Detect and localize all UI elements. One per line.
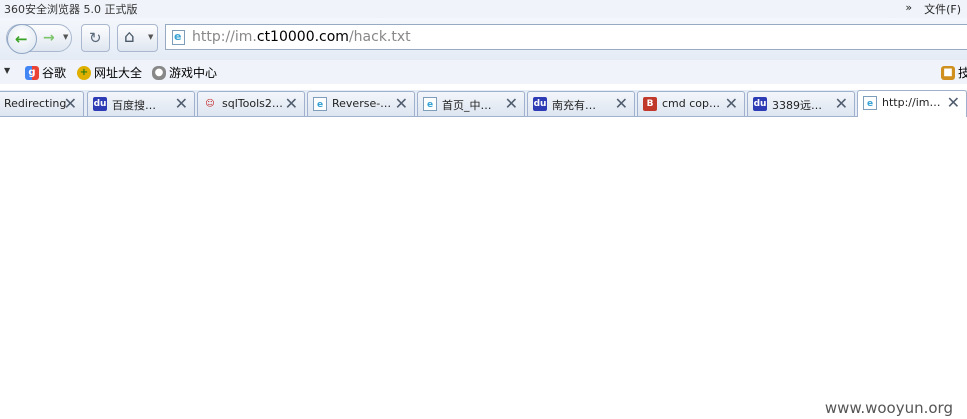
close-icon[interactable]: ✕: [725, 94, 738, 113]
history-dropdown-icon[interactable]: ▼: [63, 33, 68, 41]
gamepad-icon: ●: [152, 65, 166, 80]
person-icon: ☺: [205, 99, 215, 109]
close-icon[interactable]: ✕: [615, 94, 628, 113]
box-icon: ■: [941, 65, 955, 80]
bookmark-web-directory[interactable]: + 网址大全: [77, 64, 142, 81]
close-icon[interactable]: ✕: [947, 93, 960, 112]
page-content: [0, 117, 967, 419]
reload-button[interactable]: ↻: [81, 24, 110, 52]
address-bar[interactable]: e http://im.ct10000.com/hack.txt: [165, 24, 967, 50]
bookmark-game-center[interactable]: ● 游戏中心: [152, 64, 217, 81]
close-icon[interactable]: ✕: [175, 94, 188, 113]
more-chevron-icon[interactable]: »: [905, 1, 912, 17]
tab-baidu[interactable]: du 百度搜… ✕: [87, 91, 195, 116]
menu-bar: » 文件(F): [905, 1, 961, 17]
ie-page-icon: e: [313, 97, 327, 111]
title-bar: 360安全浏览器 5.0 正式版 » 文件(F): [0, 0, 967, 18]
baidu-icon: du: [93, 97, 107, 111]
tab-active-hack-txt[interactable]: e http://im… ✕: [857, 90, 967, 117]
web-directory-icon: +: [77, 65, 91, 80]
tab-strip: Redirecting ✕ du 百度搜… ✕ ☺ sqlTools2… ✕ e…: [0, 90, 967, 117]
baidu-icon: du: [753, 97, 767, 111]
baidu-icon: du: [533, 97, 547, 111]
tab-reverse[interactable]: e Reverse-… ✕: [307, 91, 415, 116]
bookmarks-menu-icon[interactable]: ▼: [4, 66, 10, 75]
close-icon[interactable]: ✕: [64, 94, 77, 113]
home-icon: ⌂: [124, 27, 135, 47]
window-title: 360安全浏览器 5.0 正式版: [4, 3, 138, 16]
close-icon[interactable]: ✕: [395, 94, 408, 113]
bookmark-google[interactable]: g 谷歌: [25, 64, 66, 81]
b-logo-icon: B: [643, 97, 657, 111]
google-icon: g: [25, 65, 39, 80]
close-icon[interactable]: ✕: [505, 94, 518, 113]
tab-sqltools[interactable]: ☺ sqlTools2… ✕: [197, 91, 305, 116]
tab-redirecting[interactable]: Redirecting ✕: [0, 91, 84, 116]
tab-homepage[interactable]: e 首页_中… ✕: [417, 91, 525, 116]
forward-button[interactable]: →: [43, 30, 55, 46]
refresh-icon: ↻: [89, 29, 102, 47]
tab-nanchong[interactable]: du 南充有… ✕: [527, 91, 635, 116]
watermark: www.wooyun.org: [824, 399, 953, 417]
back-forward-group: ← → ▼: [6, 24, 72, 54]
back-button[interactable]: ←: [7, 24, 37, 54]
bookmarks-bar: ▼ g 谷歌 + 网址大全 ● 游戏中心 ■ 技: [0, 60, 967, 84]
tab-cmd-copy[interactable]: B cmd cop… ✕: [637, 91, 745, 116]
url-text[interactable]: http://im.ct10000.com/hack.txt: [192, 29, 411, 45]
ie-page-icon: e: [863, 96, 877, 110]
home-button[interactable]: ⌂ ▼: [117, 24, 158, 52]
home-dropdown-icon[interactable]: ▼: [148, 33, 153, 41]
close-icon[interactable]: ✕: [835, 94, 848, 113]
tab-3389[interactable]: du 3389远… ✕: [747, 91, 855, 116]
bookmark-right-partial[interactable]: ■ 技: [941, 64, 967, 81]
ie-page-icon: e: [423, 97, 437, 111]
left-arrow-icon: ←: [15, 30, 28, 48]
ie-page-icon: e: [172, 30, 185, 45]
close-icon[interactable]: ✕: [285, 94, 298, 113]
menu-file[interactable]: 文件(F): [924, 1, 961, 17]
